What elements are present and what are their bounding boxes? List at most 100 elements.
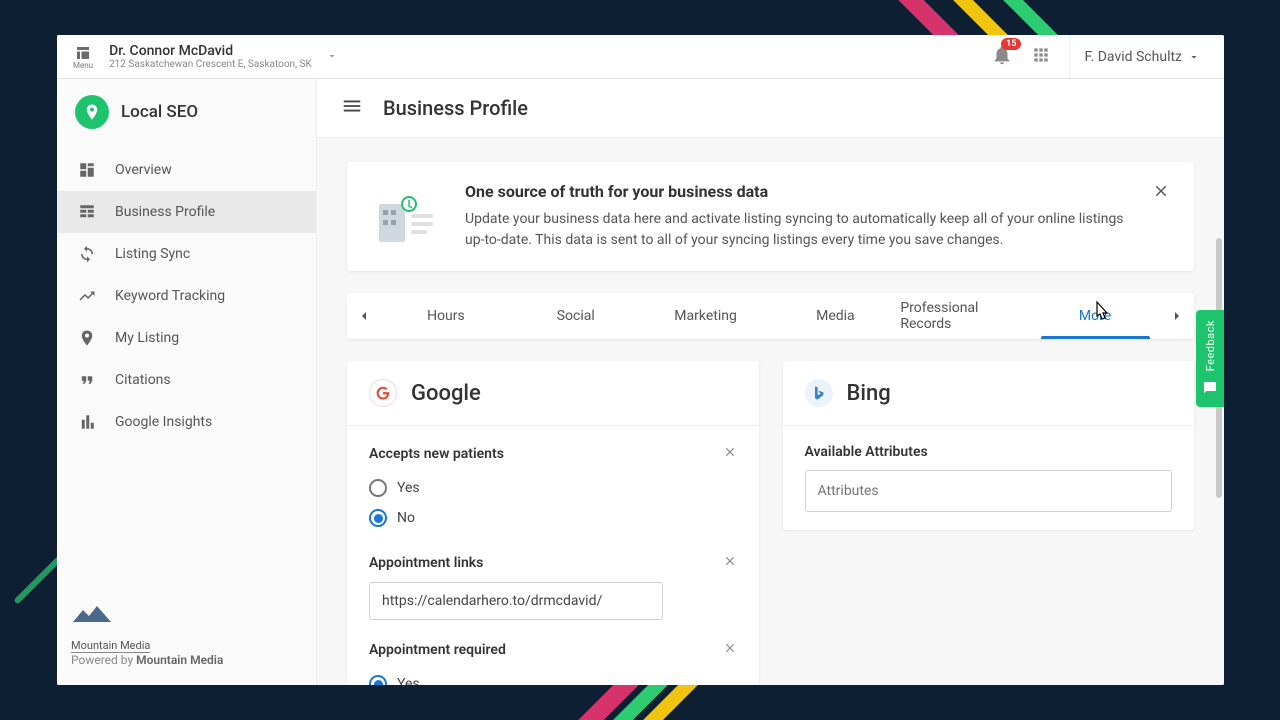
main-header: Business Profile — [317, 79, 1224, 138]
remove-attribute-button[interactable] — [723, 553, 737, 572]
sidebar-footer: Mountain Media Powered by Mountain Media — [57, 592, 316, 685]
radio-icon — [369, 675, 387, 685]
tab-marketing[interactable]: Marketing — [641, 293, 771, 339]
attribute-label: Appointment required — [369, 642, 506, 658]
appointment-links-block: Appointment links — [369, 553, 737, 620]
sidebar-item-label: Keyword Tracking — [115, 288, 225, 304]
tabs-bar: Hours Social Marketing Media Professiona… — [347, 293, 1194, 339]
apps-icon — [1031, 45, 1051, 65]
app-logo-badge — [75, 95, 109, 129]
sidebar-item-listing-sync[interactable]: Listing Sync — [57, 233, 316, 275]
close-icon — [723, 445, 737, 459]
storefront-icon — [74, 44, 92, 62]
user-name: F. David Schultz — [1084, 49, 1182, 65]
sidebar-item-business-profile[interactable]: Business Profile — [57, 191, 316, 233]
appointment-link-input[interactable] — [369, 582, 663, 620]
chat-icon — [1201, 379, 1219, 397]
tabs-prev-button[interactable] — [347, 308, 381, 324]
sidebar-title: Local SEO — [121, 102, 198, 122]
info-banner: One source of truth for your business da… — [347, 162, 1194, 271]
brand-logo — [71, 604, 302, 624]
sidebar-item-google-insights[interactable]: Google Insights — [57, 401, 316, 443]
bing-card: Bing Available Attributes — [783, 361, 1195, 530]
dashboard-icon — [77, 160, 97, 180]
sidebar-header: Local SEO — [57, 79, 316, 145]
sidebar-nav: Overview Business Profile Listing Sync K… — [57, 145, 316, 443]
account-address: 212 Saskatchewan Crescent E, Saskatoon, … — [109, 59, 312, 70]
quote-icon — [77, 370, 97, 390]
apps-grid-button[interactable] — [1031, 45, 1051, 69]
tab-media[interactable]: Media — [770, 293, 900, 339]
sidebar-item-label: My Listing — [115, 330, 179, 346]
map-pin-icon — [77, 328, 97, 348]
provider-cards: Google Accepts new patients Yes — [347, 361, 1194, 685]
radio-yes[interactable]: Yes — [369, 669, 737, 685]
sync-icon — [77, 244, 97, 264]
bing-card-title: Bing — [847, 381, 891, 406]
sidebar-item-label: Listing Sync — [115, 246, 190, 262]
radio-yes[interactable]: Yes — [369, 473, 737, 503]
main-scroll-area[interactable]: One source of truth for your business da… — [317, 138, 1224, 685]
bing-icon — [805, 379, 833, 407]
sidebar-item-label: Google Insights — [115, 414, 212, 430]
remove-attribute-button[interactable] — [723, 640, 737, 659]
top-header: Menu Dr. Connor McDavid 212 Saskatchewan… — [57, 35, 1224, 79]
banner-illustration — [371, 186, 443, 246]
main-menu-button[interactable]: Menu — [67, 40, 99, 74]
close-icon — [1152, 182, 1170, 200]
page-title: Business Profile — [383, 96, 528, 120]
feedback-label: Feedback — [1204, 320, 1217, 371]
user-menu[interactable]: F. David Schultz — [1069, 35, 1214, 79]
chevron-left-icon — [356, 308, 372, 324]
attribute-label: Accepts new patients — [369, 446, 504, 462]
tab-social[interactable]: Social — [511, 293, 641, 339]
attributes-input[interactable] — [805, 470, 1173, 512]
banner-title: One source of truth for your business da… — [465, 182, 1130, 201]
google-icon — [369, 379, 397, 407]
tab-more[interactable]: More — [1030, 293, 1160, 339]
content-menu-button[interactable] — [341, 95, 363, 121]
accepts-new-patients-block: Accepts new patients Yes No — [369, 444, 737, 533]
chevron-down-icon — [326, 47, 338, 66]
notifications-button[interactable]: 15 — [991, 44, 1013, 70]
sidebar-item-citations[interactable]: Citations — [57, 359, 316, 401]
radio-icon — [369, 479, 387, 497]
mountain-icon — [71, 604, 113, 624]
sidebar-item-label: Overview — [115, 162, 172, 178]
close-icon — [723, 641, 737, 655]
sidebar-item-my-listing[interactable]: My Listing — [57, 317, 316, 359]
radio-no[interactable]: No — [369, 503, 737, 533]
radio-icon — [369, 509, 387, 527]
account-selector[interactable]: Dr. Connor McDavid 212 Saskatchewan Cres… — [109, 43, 991, 70]
appointment-required-block: Appointment required Yes — [369, 640, 737, 685]
sidebar-item-label: Citations — [115, 372, 171, 388]
profile-grid-icon — [77, 202, 97, 222]
feedback-tab[interactable]: Feedback — [1196, 310, 1224, 407]
sidebar-item-overview[interactable]: Overview — [57, 149, 316, 191]
notification-count-badge: 15 — [1001, 38, 1021, 50]
sidebar: Local SEO Overview Business Profile List… — [57, 79, 317, 685]
trending-up-icon — [77, 286, 97, 306]
account-name: Dr. Connor McDavid — [109, 43, 312, 59]
google-card: Google Accepts new patients Yes — [347, 361, 759, 685]
menu-label: Menu — [73, 61, 93, 70]
close-icon — [723, 554, 737, 568]
map-pin-icon — [83, 103, 101, 121]
sidebar-item-label: Business Profile — [115, 204, 215, 220]
app-window: Menu Dr. Connor McDavid 212 Saskatchewan… — [57, 35, 1224, 685]
google-card-title: Google — [411, 381, 481, 406]
hamburger-icon — [341, 95, 363, 117]
sidebar-item-keyword-tracking[interactable]: Keyword Tracking — [57, 275, 316, 317]
chevron-right-icon — [1169, 308, 1185, 324]
main-panel: Business Profile One source of truth for… — [317, 79, 1224, 685]
tabs-next-button[interactable] — [1160, 308, 1194, 324]
available-attributes-label: Available Attributes — [805, 444, 1173, 460]
attribute-label: Appointment links — [369, 555, 483, 571]
tab-hours[interactable]: Hours — [381, 293, 511, 339]
powered-by: Powered by Mountain Media — [71, 653, 302, 667]
remove-attribute-button[interactable] — [723, 444, 737, 463]
tab-professional-records[interactable]: Professional Records — [900, 293, 1030, 339]
chevron-down-icon — [1188, 51, 1200, 63]
banner-close-button[interactable] — [1152, 182, 1170, 204]
bar-chart-icon — [77, 412, 97, 432]
